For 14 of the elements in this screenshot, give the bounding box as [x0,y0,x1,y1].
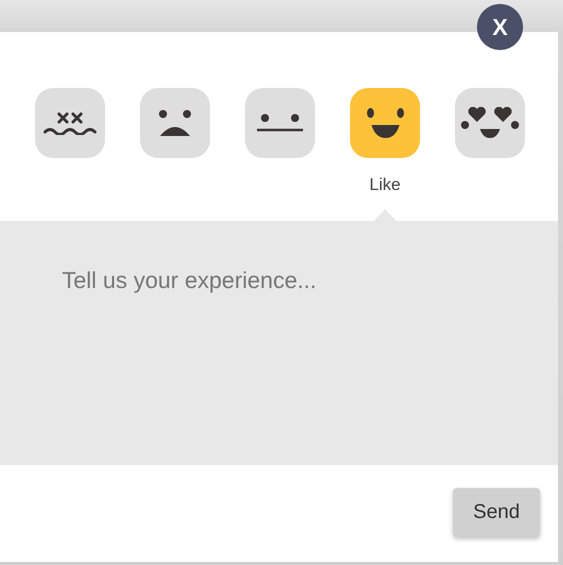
emoji-button[interactable] [245,88,315,158]
heart-eyes-face-icon [461,107,519,139]
send-button[interactable]: Send [453,488,540,537]
neutral-face-icon [257,114,303,132]
emoji-button[interactable] [35,88,105,158]
rating-label: Like [369,175,401,195]
close-button[interactable]: X [477,4,523,50]
emoji-button[interactable] [350,88,420,158]
comment-field[interactable]: Tell us your experience... [0,221,558,465]
dizzy-face-icon [43,112,97,134]
smiling-face-icon [366,108,404,138]
emoji-button[interactable] [455,88,525,158]
emoji-button[interactable] [140,88,210,158]
sad-face-icon [159,110,191,136]
